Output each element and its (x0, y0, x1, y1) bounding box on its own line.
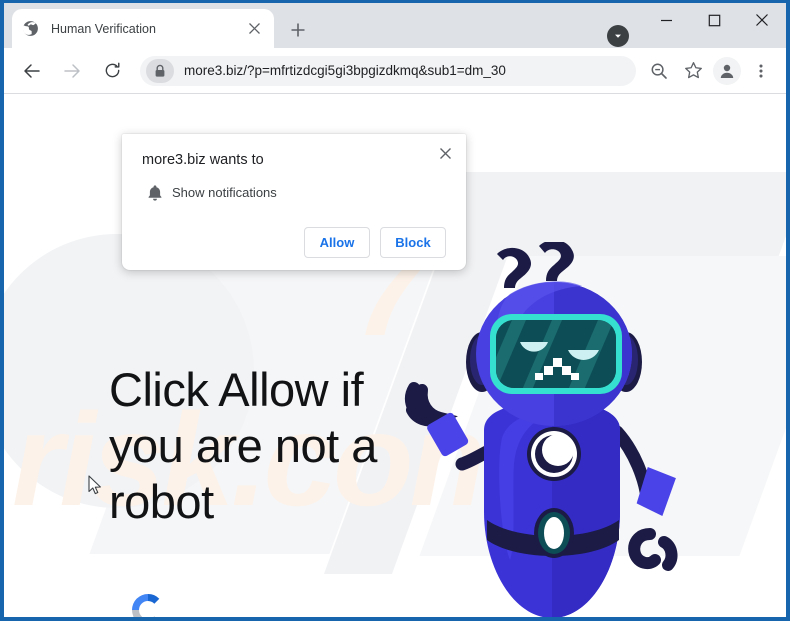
close-button[interactable] (738, 3, 786, 37)
browser-toolbar: more3.biz/?p=mfrtizdcgi5gi3bpgizdkmq&sub… (4, 48, 786, 94)
zoom-out-icon[interactable] (644, 56, 674, 86)
minimize-button[interactable] (642, 3, 690, 37)
dialog-title: more3.biz wants to (142, 152, 264, 168)
page-viewport: 7 risk.com Click Allow if you are not a … (4, 94, 786, 617)
maximize-button[interactable] (690, 3, 738, 37)
forward-button[interactable] (56, 55, 88, 87)
chevron-down-icon[interactable] (607, 25, 629, 47)
mouse-cursor (88, 475, 104, 497)
back-button[interactable] (16, 55, 48, 87)
reload-button[interactable] (96, 55, 128, 87)
captcha-badge: E-CAPTCHA (112, 590, 184, 617)
allow-button[interactable]: Allow (304, 227, 370, 258)
dialog-actions: Allow Block (142, 227, 446, 258)
three-dot-menu-icon[interactable] (746, 56, 776, 86)
permission-row: Show notifications (142, 184, 446, 201)
close-icon[interactable] (434, 142, 456, 164)
window-controls (642, 3, 786, 48)
new-tab-button[interactable] (284, 16, 312, 44)
star-icon[interactable] (678, 56, 708, 86)
page-headline: Click Allow if you are not a robot (109, 363, 377, 528)
robot-mascot-illustration (402, 240, 702, 617)
url-text: more3.biz/?p=mfrtizdcgi5gi3bpgizdkmq&sub… (184, 63, 506, 78)
tab-close-icon[interactable] (244, 19, 264, 39)
permission-label: Show notifications (172, 185, 277, 200)
block-button[interactable]: Block (380, 227, 446, 258)
bell-icon (142, 184, 168, 201)
browser-window: Human Verification more3.biz/?p=mfrtizdc… (0, 0, 790, 621)
globe-icon (22, 20, 39, 37)
tab-strip: Human Verification (4, 3, 786, 48)
captcha-logo-icon (132, 594, 160, 617)
tab-human-verification[interactable]: Human Verification (12, 9, 274, 48)
lock-icon[interactable] (146, 58, 174, 83)
notification-permission-dialog: more3.biz wants to Show notifications Al… (122, 134, 466, 270)
avatar[interactable] (713, 56, 741, 85)
tab-title: Human Verification (51, 21, 156, 36)
browser-window-inner: Human Verification more3.biz/?p=mfrtizdc… (4, 3, 786, 617)
address-bar[interactable]: more3.biz/?p=mfrtizdcgi5gi3bpgizdkmq&sub… (140, 55, 636, 86)
